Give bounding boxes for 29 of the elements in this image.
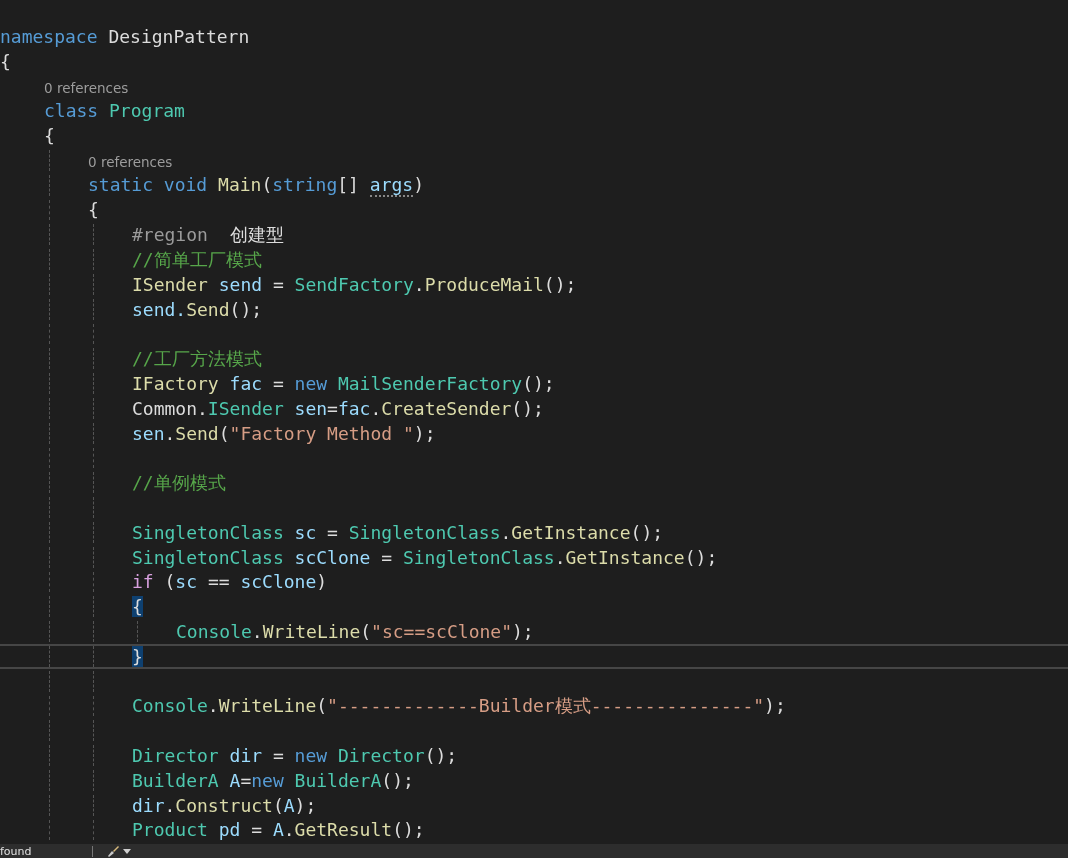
status-text: found [0,844,33,858]
code-line: Common.ISender sen=fac.CreateSender(); [132,397,544,419]
code-line: Director dir = new Director(); [132,745,458,766]
code-line: Console.WriteLine("-------------Builder模式---------------"); [132,695,786,717]
code-line: Console.WriteLine("sc==scClone"); [176,621,534,643]
code-line: #region 创建型 [132,224,284,246]
code-line: ISender send = SendFactory.ProduceMail(); [132,273,577,295]
code-line: //简单工厂模式 [132,249,262,271]
code-line: //单例模式 [132,472,226,494]
code-line: dir.Construct(A); [132,794,317,816]
code-line: Product pd = A.GetResult(); [132,819,425,841]
code-line: SingletonClass scClone = SingletonClass.GetInstance(); [132,546,718,568]
reference-count[interactable]: 0 references [88,150,173,171]
code-line: namespace DesignPattern [0,25,250,47]
code-line: IFactory fac = new MailSenderFactory(); [132,373,555,395]
caret-icon[interactable] [123,848,131,854]
code-line: sen.Send("Factory Method "); [132,422,436,444]
code-line: BuilderA A=new BuilderA(); [132,769,414,791]
code-line: { [0,50,11,72]
code-line: SingletonClass sc = SingletonClass.GetInstance(); [132,521,664,543]
code-line: { [88,199,99,221]
code-line: send.Send(); [132,298,263,320]
brush-icon[interactable] [106,845,120,857]
code-line: static void Main(string[] args) [88,173,424,197]
code-line: class Program [44,100,185,122]
code-line: //工厂方法模式 [132,348,262,370]
code-line: if (sc == scClone) [132,571,328,593]
reference-count[interactable]: 0 references [44,76,129,96]
code-line: { [44,125,55,147]
